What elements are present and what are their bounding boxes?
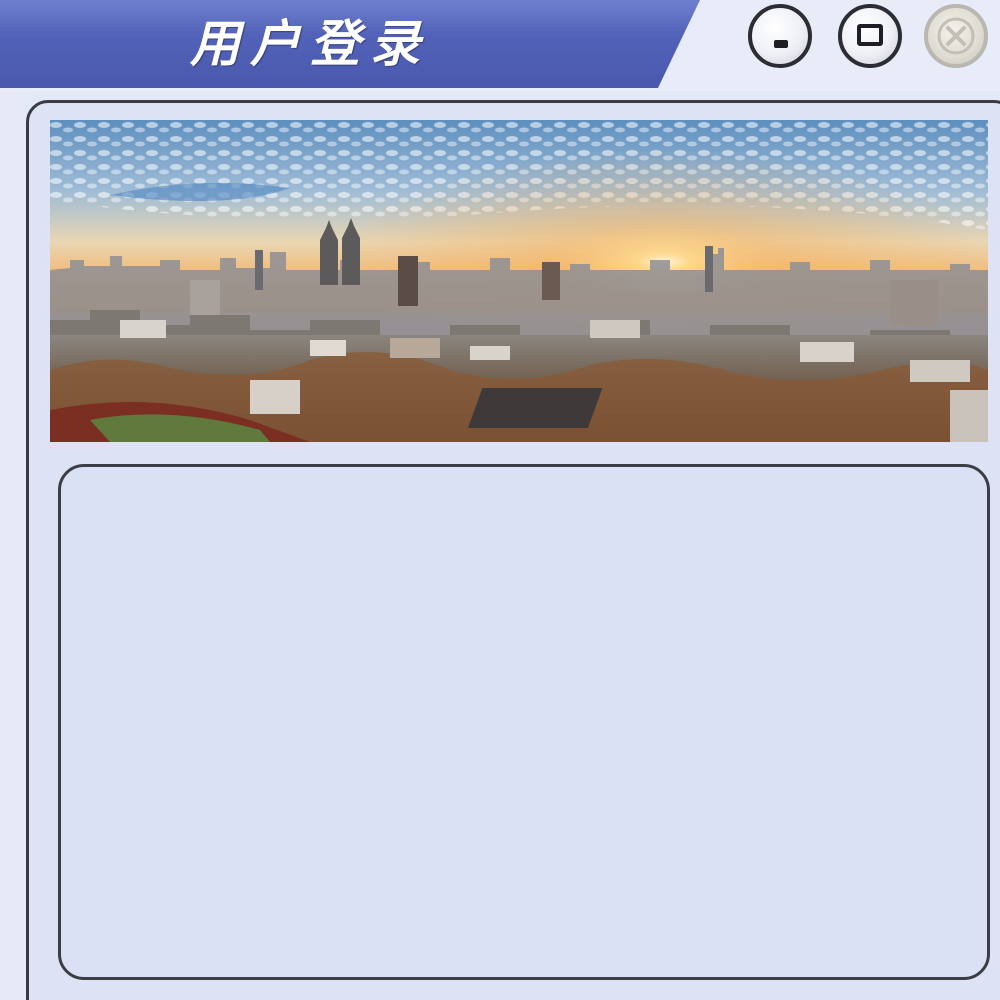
minimize-button[interactable] <box>748 4 812 68</box>
maximize-button[interactable] <box>838 4 902 68</box>
login-window: 用户登录 <box>0 0 1000 1000</box>
window-title: 用户登录 <box>190 14 430 73</box>
window-left-edge <box>0 92 26 1000</box>
close-button[interactable] <box>924 4 988 68</box>
close-icon <box>937 17 975 55</box>
maximize-icon <box>857 24 883 46</box>
minimize-icon <box>774 40 788 48</box>
city-skyline-image <box>50 120 988 442</box>
banner-image <box>50 120 988 442</box>
login-content-area <box>58 464 990 980</box>
